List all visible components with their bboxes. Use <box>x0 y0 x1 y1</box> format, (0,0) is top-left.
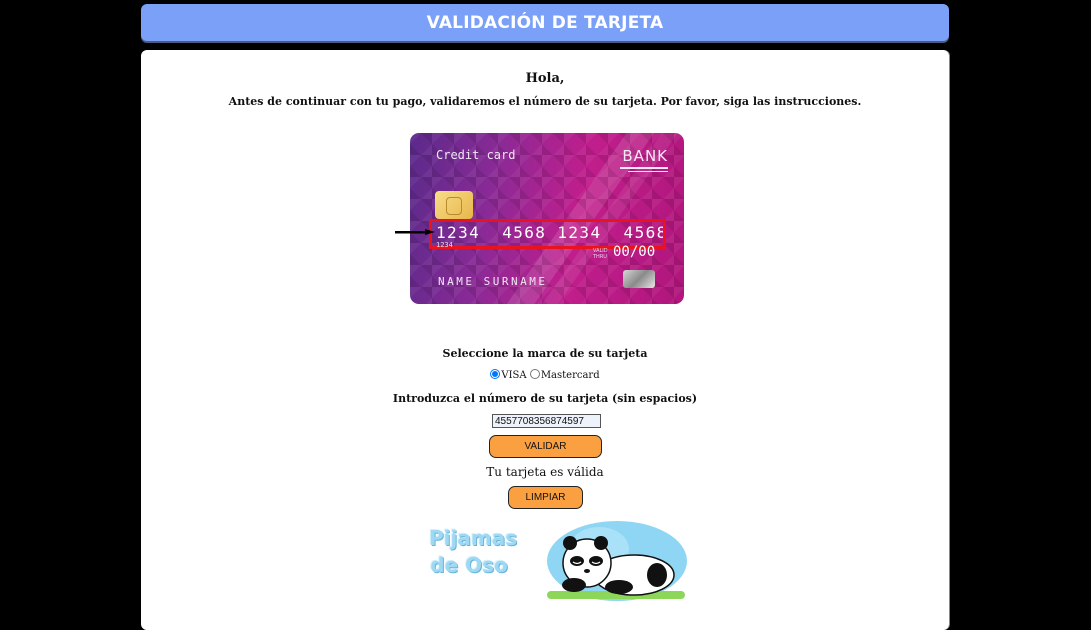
card-hologram-icon <box>623 270 655 288</box>
radio-visa-label: VISA <box>501 370 527 381</box>
card-small-number: 1234 <box>436 241 453 249</box>
number-label: Introduzca el número de su tarjeta (sin … <box>392 392 698 405</box>
bank-underline-2 <box>628 171 668 172</box>
validate-button[interactable]: VALIDAR <box>489 435 602 458</box>
card-expiry: 00/00 <box>613 244 656 260</box>
main-panel: Hola, Antes de continuar con tu pago, va… <box>141 50 949 630</box>
card-valid-thru: VALID THRU <box>593 248 608 260</box>
radio-visa[interactable] <box>490 369 501 379</box>
bank-underline <box>620 167 668 169</box>
card-holder-name: NAME SURNAME <box>438 275 548 288</box>
brand-label: Seleccione la marca de su tarjeta <box>442 347 648 360</box>
credit-card-illustration: Credit card BANK 1234 4568 1234 4568 123… <box>410 133 684 304</box>
brand-logo-text: Pijamas de Oso <box>429 526 518 577</box>
card-title-text: Credit card <box>436 148 516 162</box>
card-chip-icon <box>435 191 473 219</box>
clear-button[interactable]: LIMPIAR <box>508 486 583 509</box>
greeting-text: Hola, <box>525 71 565 86</box>
page-title: VALIDACIÓN DE TARJETA <box>426 12 664 33</box>
arrow-right-icon <box>395 229 435 235</box>
brand-radio-group: VISA Mastercard <box>141 369 949 381</box>
card-number-input[interactable] <box>492 414 601 428</box>
intro-message: Antes de continuar con tu pago, validare… <box>228 95 862 108</box>
validation-result: Tu tarjeta es válida <box>486 465 604 479</box>
panda-logo-icon <box>547 521 687 601</box>
page-header: VALIDACIÓN DE TARJETA <box>141 4 949 41</box>
radio-mastercard-label: Mastercard <box>540 370 600 381</box>
radio-mastercard[interactable] <box>529 369 540 379</box>
card-bank-text: BANK <box>622 147 668 165</box>
